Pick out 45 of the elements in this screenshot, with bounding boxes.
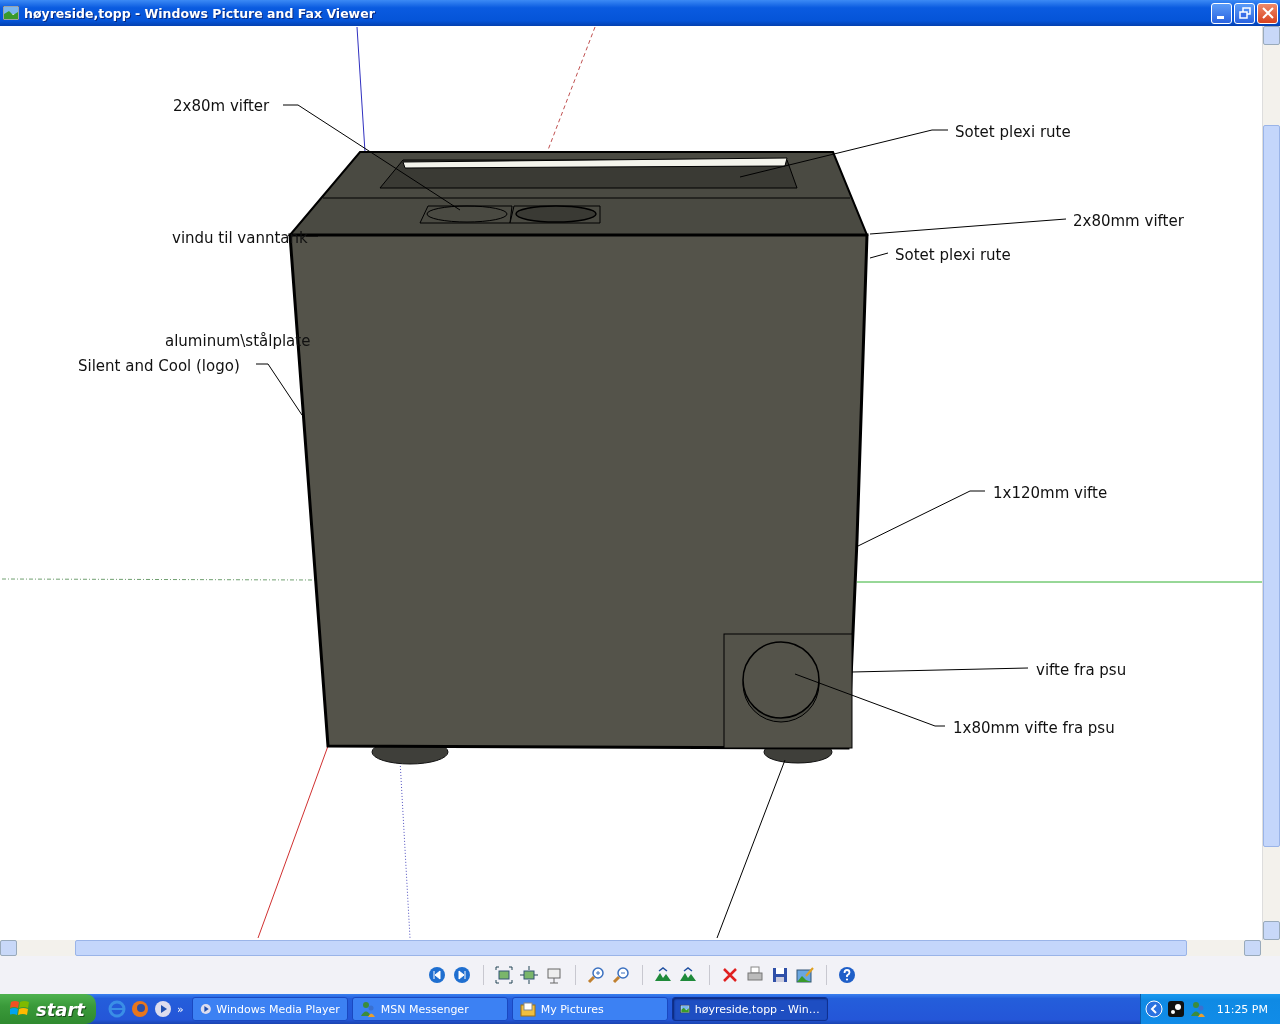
save-icon[interactable] — [770, 965, 790, 985]
leader-line — [869, 252, 889, 259]
browser-icon[interactable] — [131, 1000, 149, 1018]
taskbar-button[interactable]: høyreside,topp - Win… — [671, 997, 828, 1021]
drawing-label: Silent and Cool (logo) — [78, 357, 240, 375]
window-title: høyreside,topp - Windows Picture and Fax Viewer — [24, 5, 375, 21]
close-icon — [1261, 7, 1274, 19]
start-label: start — [36, 998, 85, 1020]
edit-image-icon[interactable] — [795, 965, 815, 985]
minimize-button[interactable] — [1211, 2, 1232, 24]
flag-logo-icon — [10, 1000, 30, 1018]
drawing-label: 2x80m vifter — [173, 97, 270, 115]
chevron-icon[interactable] — [1144, 1000, 1163, 1018]
clock: 11:25 PM — [1216, 1002, 1268, 1016]
more-chevron[interactable]: » — [177, 1003, 184, 1016]
drawing-label: 2x80mm vifter — [1073, 212, 1184, 230]
media-player-icon — [199, 1001, 212, 1017]
close-button[interactable] — [1257, 2, 1278, 24]
taskbar-button[interactable]: My Pictures — [511, 997, 668, 1021]
actual-size-icon[interactable] — [519, 965, 539, 985]
next-icon[interactable] — [452, 965, 472, 985]
minimize-icon — [1217, 15, 1224, 19]
folder-icon — [519, 1001, 536, 1017]
zoom-in-icon[interactable] — [586, 965, 606, 985]
taskbar-button[interactable]: MSN Messenger — [351, 997, 508, 1021]
help-icon[interactable] — [837, 965, 857, 985]
restore-icon — [1238, 7, 1251, 19]
drawing-label: 1x120mm vifte — [993, 484, 1108, 502]
leader-line — [305, 235, 319, 237]
drawing-label: vifte fra psu — [1036, 661, 1127, 679]
vertical-scrollbar[interactable] — [1262, 26, 1280, 940]
leader-line — [255, 363, 303, 416]
previous-icon[interactable] — [427, 965, 447, 985]
best-fit-icon[interactable] — [494, 965, 514, 985]
drawing-label: 1x80mm vifte fra psu — [953, 719, 1115, 737]
taskbar-button[interactable]: Windows Media Player — [191, 997, 348, 1021]
media-player-icon[interactable] — [154, 1000, 172, 1018]
drawing-label: Sotet plexi rute — [895, 246, 1011, 264]
horizontal-scrollbar[interactable] — [0, 940, 1280, 956]
messenger-icon — [359, 1001, 376, 1017]
drawing-label: Sotet plexi rute — [955, 123, 1071, 141]
zoom-out-icon[interactable] — [611, 965, 631, 985]
picture-icon — [3, 6, 19, 20]
start-button[interactable]: start — [0, 994, 96, 1024]
restore-button[interactable] — [1234, 2, 1255, 24]
